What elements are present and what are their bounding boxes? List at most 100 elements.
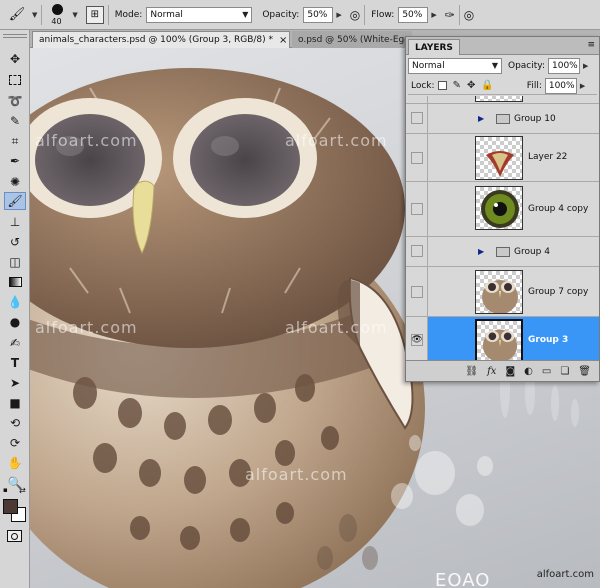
spot-heal-tool-icon[interactable]: ✺	[4, 173, 26, 191]
adjustment-layer-icon[interactable]: ◐	[524, 366, 533, 377]
crop-tool-icon[interactable]: ⌗	[4, 132, 26, 150]
pressure-size-icon[interactable]: ◎	[464, 8, 474, 22]
default-colors-icon[interactable]: ▪	[3, 486, 8, 494]
mode-dropdown[interactable]: Normal ▼	[146, 6, 253, 23]
tab-animals-characters[interactable]: animals_characters.psd @ 100% (Group 3, …	[32, 31, 290, 48]
hand-tool-icon[interactable]: ✋	[4, 454, 26, 472]
eraser-tool-icon[interactable]: ◫	[4, 253, 26, 271]
eye-column	[406, 96, 428, 103]
brush-panel-icon[interactable]: ⊞	[85, 5, 104, 24]
blend-row: Normal ▼ Opacity: 100% ▶	[408, 57, 597, 75]
photoshop-window: 🖌 ▼ 40 ▼ ⊞ Mode: Normal ▼ Opacity: 50% ▶…	[0, 0, 600, 588]
foreground-color-swatch[interactable]	[3, 499, 18, 514]
lock-all-icon[interactable]: 🔒	[481, 80, 493, 91]
tab-layers[interactable]: LAYERS	[408, 39, 460, 55]
chevron-down-icon: ▼	[242, 9, 249, 19]
pressure-opacity-icon[interactable]: ◎	[350, 8, 360, 22]
owl-thumbnail-icon	[482, 329, 518, 361]
path-select-tool-icon[interactable]: ➤	[4, 374, 26, 392]
expand-triangle-icon[interactable]: ▶	[478, 114, 484, 123]
layer-opacity-label: Opacity:	[508, 61, 545, 71]
layer-row-layer-22[interactable]: Layer 22	[406, 134, 599, 182]
layer-row-partial[interactable]	[406, 96, 599, 104]
flow-field[interactable]: 50%	[398, 6, 429, 23]
layer-thumbnail	[475, 136, 523, 180]
layer-opacity-field[interactable]: 100%	[548, 58, 580, 74]
layer-style-icon[interactable]: fx	[487, 366, 496, 377]
layer-thumbnail	[475, 319, 523, 362]
credit-text: alfoart.com	[536, 569, 594, 580]
toolbar-grip[interactable]	[3, 34, 27, 38]
3d-rotate-tool-icon[interactable]: ⟲	[4, 414, 26, 432]
dodge-tool-icon[interactable]: ●	[4, 313, 26, 331]
swap-colors-icon[interactable]: ⇄	[19, 486, 26, 495]
link-layers-icon[interactable]: ⛓	[465, 366, 478, 377]
flow-slider-arrow-icon[interactable]: ▶	[431, 11, 436, 19]
brush-picker-arrow-icon[interactable]: ▼	[72, 11, 77, 19]
visibility-toggle[interactable]	[411, 203, 423, 215]
expand-triangle-icon[interactable]: ▶	[478, 247, 484, 256]
visibility-toggle[interactable]	[411, 245, 423, 257]
gradient-tool-icon[interactable]	[4, 273, 26, 291]
watermark: alfoart.com	[35, 318, 138, 337]
layer-row-group-4[interactable]: ▶ Group 4	[406, 237, 599, 267]
shape-tool-icon[interactable]: ■	[4, 394, 26, 412]
visibility-toggle[interactable]	[411, 152, 423, 164]
layer-row-group-10[interactable]: ▶ Group 10	[406, 104, 599, 134]
fill-field[interactable]: 100%	[544, 77, 577, 94]
lasso-tool-icon[interactable]: ➰	[4, 92, 26, 110]
new-group-icon[interactable]: ▭	[542, 366, 551, 377]
quick-select-tool-icon[interactable]: ✎	[4, 112, 26, 130]
blend-mode-dropdown[interactable]: Normal ▼	[408, 58, 502, 74]
quick-mask-icon[interactable]	[7, 530, 22, 542]
layer-row-group-3[interactable]: 👁 Group 3	[406, 317, 599, 362]
brush-tip-icon	[52, 3, 64, 15]
history-brush-tool-icon[interactable]: ↺	[4, 233, 26, 251]
fill-value: 100%	[548, 80, 575, 91]
tab-label: animals_characters.psd @ 100% (Group 3, …	[39, 35, 274, 45]
layers-title: LAYERS	[415, 42, 453, 53]
blur-tool-icon[interactable]: 💧	[4, 293, 26, 311]
layer-row-group-4-copy[interactable]: Group 4 copy	[406, 182, 599, 237]
delete-layer-icon[interactable]: 🗑	[578, 366, 591, 377]
panel-menu-icon[interactable]: ≡	[587, 40, 595, 50]
close-icon[interactable]: ×	[279, 35, 287, 46]
fill-slider-arrow-icon[interactable]: ▶	[580, 82, 585, 90]
tool-preset-arrow-icon[interactable]: ▼	[32, 11, 37, 19]
opacity-slider-arrow-icon[interactable]: ▶	[583, 62, 588, 70]
lock-transparent-icon[interactable]	[437, 81, 447, 90]
eye-icon[interactable]: 👁	[411, 334, 423, 346]
visibility-toggle[interactable]	[411, 112, 423, 124]
marquee-tool-icon[interactable]	[4, 71, 26, 89]
eyedropper-tool-icon[interactable]: ✒	[4, 152, 26, 170]
layer-name: Group 4	[514, 247, 550, 257]
flow-value: 50%	[402, 9, 423, 20]
layer-name: Layer 22	[528, 152, 568, 162]
folder-icon	[496, 114, 510, 124]
chevron-down-icon: ▼	[491, 61, 498, 70]
pen-tool-icon[interactable]: ✍	[4, 334, 26, 352]
layer-row-group-7-copy[interactable]: Group 7 copy	[406, 267, 599, 317]
mode-label: Mode:	[114, 9, 143, 20]
brush-preset-picker[interactable]: 40	[46, 2, 70, 28]
lock-position-icon[interactable]: ✥	[467, 80, 475, 91]
opacity-field[interactable]: 50%	[303, 6, 334, 23]
lock-pixels-icon[interactable]: ✎	[453, 80, 461, 91]
new-layer-icon[interactable]: ❏	[560, 366, 569, 377]
tab-o-psd[interactable]: o.psd @ 50% (White-Egg	[292, 31, 412, 48]
type-tool-icon[interactable]: T	[4, 354, 26, 372]
opacity-slider-arrow-icon[interactable]: ▶	[336, 11, 341, 19]
visibility-toggle[interactable]	[411, 286, 423, 298]
move-tool-icon[interactable]: ✥	[4, 50, 26, 68]
layer-mask-icon[interactable]: ◙	[505, 366, 515, 377]
3d-orbit-tool-icon[interactable]: ⟳	[4, 434, 26, 452]
clone-stamp-tool-icon[interactable]: ⊥	[4, 213, 26, 231]
brush-tool-icon[interactable]: 🖌	[4, 4, 30, 26]
airbrush-icon[interactable]: ✑	[445, 8, 455, 22]
layers-footer: ⛓ fx ◙ ◐ ▭ ❏ 🗑	[406, 360, 599, 381]
layers-panel: LAYERS ≡ Normal ▼ Opacity: 100% ▶ Lock: …	[405, 36, 600, 382]
separator	[364, 4, 366, 25]
flow-label: Flow:	[371, 9, 395, 20]
brush-tool-icon[interactable]: 🖌	[4, 192, 26, 210]
layer-thumbnail	[475, 186, 523, 230]
